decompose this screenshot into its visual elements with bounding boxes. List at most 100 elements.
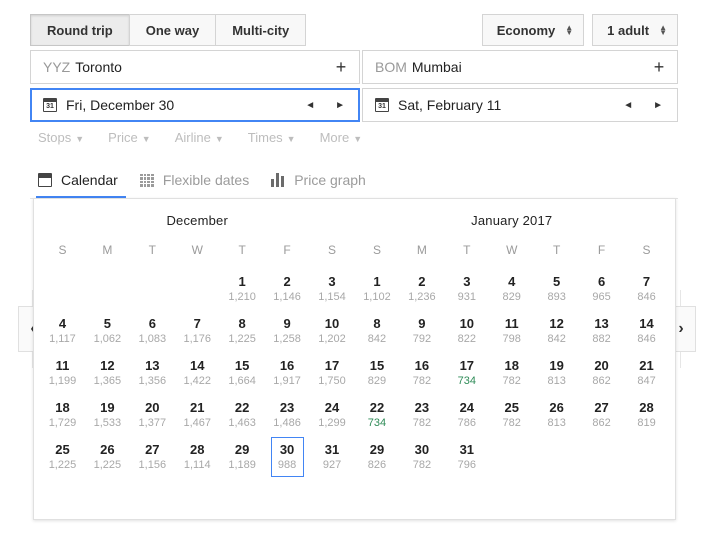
day-cell[interactable]: 2 1,146 bbox=[268, 269, 307, 309]
destination-field[interactable]: BOM Mumbai + bbox=[362, 50, 678, 84]
day-cell[interactable]: 14 846 bbox=[627, 311, 666, 351]
day-cell[interactable]: 12 1,365 bbox=[88, 353, 127, 393]
day-cell[interactable]: 7 846 bbox=[627, 269, 666, 309]
day-number: 12 bbox=[549, 316, 564, 331]
calendar-week-row: 18 1,729 19 1,533 20 1,377 21 1,467 22 1,463 23 1,4… bbox=[40, 395, 355, 437]
day-cell[interactable]: 20 1,377 bbox=[133, 395, 172, 435]
day-cell[interactable]: 27 862 bbox=[582, 395, 621, 435]
cabin-class-selector[interactable]: Economy ▲ ▼ bbox=[481, 14, 585, 46]
tab-flexible-dates[interactable]: Flexible dates bbox=[132, 162, 263, 198]
day-cell[interactable]: 28 1,114 bbox=[178, 437, 217, 477]
day-cell[interactable]: 26 1,225 bbox=[88, 437, 127, 477]
calendar-icon: 31 bbox=[43, 98, 57, 112]
day-cell[interactable]: 8 1,225 bbox=[223, 311, 262, 351]
day-cell[interactable]: 8 842 bbox=[358, 311, 397, 351]
day-cell[interactable]: 17 734 bbox=[447, 353, 486, 393]
departure-prev-day-button[interactable]: ◄ bbox=[305, 100, 315, 111]
trip-type-one-way[interactable]: One way bbox=[128, 14, 216, 46]
day-cell[interactable]: 18 1,729 bbox=[43, 395, 82, 435]
passenger-count-selector[interactable]: 1 adult ▲ ▼ bbox=[592, 14, 678, 46]
day-cell[interactable]: 5 893 bbox=[537, 269, 576, 309]
day-cell[interactable]: 30 782 bbox=[402, 437, 441, 477]
day-cell[interactable]: 23 782 bbox=[402, 395, 441, 435]
day-cell[interactable]: 20 862 bbox=[582, 353, 621, 393]
day-cell[interactable]: 15 829 bbox=[358, 353, 397, 393]
day-cell[interactable]: 11 798 bbox=[492, 311, 531, 351]
return-next-day-button[interactable]: ► bbox=[653, 100, 663, 111]
day-price: 931 bbox=[457, 291, 476, 303]
day-price: 1,154 bbox=[318, 291, 346, 303]
day-cell[interactable]: 14 1,422 bbox=[178, 353, 217, 393]
filter-label: Price bbox=[108, 130, 138, 145]
day-cell[interactable]: 29 1,189 bbox=[223, 437, 262, 477]
day-cell[interactable]: 1 1,210 bbox=[223, 269, 262, 309]
selected-day-cell[interactable]: 30 988 bbox=[270, 437, 304, 477]
day-price: 782 bbox=[412, 417, 432, 429]
day-cell[interactable]: 13 1,356 bbox=[133, 353, 172, 393]
day-cell[interactable]: 19 1,533 bbox=[88, 395, 127, 435]
day-cell[interactable]: 9 792 bbox=[402, 311, 441, 351]
filter-stops[interactable]: Stops ▼ bbox=[38, 130, 84, 145]
day-cell[interactable]: 27 1,156 bbox=[133, 437, 172, 477]
day-number: 3 bbox=[463, 274, 471, 289]
day-cell[interactable]: 3 931 bbox=[447, 269, 486, 309]
day-price: 782 bbox=[412, 459, 432, 471]
day-cell[interactable]: 26 813 bbox=[537, 395, 576, 435]
day-cell[interactable]: 22 734 bbox=[358, 395, 397, 435]
day-cell[interactable]: 10 1,202 bbox=[313, 311, 352, 351]
return-date-field[interactable]: 31 Sat, February 11 ◄ ► bbox=[362, 88, 678, 122]
day-cell[interactable]: 31 927 bbox=[313, 437, 352, 477]
day-cell[interactable]: 4 1,117 bbox=[43, 311, 82, 351]
day-cell[interactable]: 6 965 bbox=[582, 269, 621, 309]
day-number: 25 bbox=[55, 442, 70, 457]
trip-type-multi-city[interactable]: Multi-city bbox=[215, 14, 307, 46]
day-cell[interactable]: 15 1,664 bbox=[223, 353, 262, 393]
day-cell[interactable]: 24 786 bbox=[447, 395, 486, 435]
day-cell[interactable]: 10 822 bbox=[447, 311, 486, 351]
day-cell[interactable]: 1 1,102 bbox=[358, 269, 397, 309]
tab-price-graph[interactable]: Price graph bbox=[263, 162, 380, 198]
day-cell[interactable]: 28 819 bbox=[627, 395, 666, 435]
tab-calendar[interactable]: Calendar bbox=[30, 162, 132, 199]
day-number: 3 bbox=[328, 274, 336, 289]
day-cell[interactable]: 13 882 bbox=[582, 311, 621, 351]
filter-airline[interactable]: Airline ▼ bbox=[175, 130, 224, 145]
day-cell[interactable]: 11 1,199 bbox=[43, 353, 82, 393]
day-cell[interactable]: 16 782 bbox=[402, 353, 441, 393]
day-cell[interactable]: 21 1,467 bbox=[178, 395, 217, 435]
day-cell[interactable]: 17 1,750 bbox=[313, 353, 352, 393]
origin-field[interactable]: YYZ Toronto + bbox=[30, 50, 360, 84]
day-number: 20 bbox=[594, 358, 609, 373]
add-destination-button[interactable]: + bbox=[649, 58, 669, 76]
trip-type-round-trip[interactable]: Round trip bbox=[30, 14, 129, 46]
day-cell[interactable]: 12 842 bbox=[537, 311, 576, 351]
day-cell[interactable]: 31 796 bbox=[447, 437, 486, 477]
day-cell[interactable]: 7 1,176 bbox=[178, 311, 217, 351]
day-cell[interactable]: 22 1,463 bbox=[223, 395, 262, 435]
day-cell[interactable]: 19 813 bbox=[537, 353, 576, 393]
day-cell[interactable]: 25 782 bbox=[492, 395, 531, 435]
trip-type-label: One way bbox=[145, 22, 200, 38]
day-number: 23 bbox=[279, 400, 295, 415]
filter-price[interactable]: Price ▼ bbox=[108, 130, 151, 145]
day-cell[interactable]: 23 1,486 bbox=[268, 395, 307, 435]
day-cell[interactable]: 29 826 bbox=[358, 437, 397, 477]
departure-date-field[interactable]: 31 Fri, December 30 ◄ ► bbox=[30, 88, 360, 122]
day-cell[interactable]: 25 1,225 bbox=[43, 437, 82, 477]
day-cell[interactable]: 24 1,299 bbox=[313, 395, 352, 435]
day-cell[interactable]: 2 1,236 bbox=[402, 269, 441, 309]
day-cell[interactable]: 9 1,258 bbox=[268, 311, 307, 351]
day-cell[interactable]: 5 1,062 bbox=[88, 311, 127, 351]
day-cell[interactable]: 4 829 bbox=[492, 269, 531, 309]
day-cell[interactable]: 16 1,917 bbox=[268, 353, 307, 393]
filter-more[interactable]: More ▼ bbox=[320, 130, 363, 145]
filter-times[interactable]: Times ▼ bbox=[248, 130, 296, 145]
day-cell[interactable]: 18 782 bbox=[492, 353, 531, 393]
day-cell[interactable]: 21 847 bbox=[627, 353, 666, 393]
day-cell[interactable]: 6 1,083 bbox=[133, 311, 172, 351]
day-price: 1,189 bbox=[228, 459, 256, 471]
departure-next-day-button[interactable]: ► bbox=[335, 100, 345, 111]
return-prev-day-button[interactable]: ◄ bbox=[623, 100, 633, 111]
day-cell[interactable]: 3 1,154 bbox=[313, 269, 352, 309]
add-origin-button[interactable]: + bbox=[331, 58, 351, 76]
